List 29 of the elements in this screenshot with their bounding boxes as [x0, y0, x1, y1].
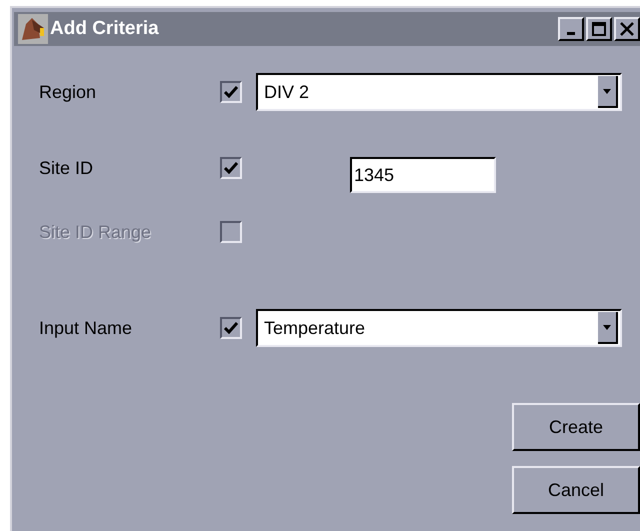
checkmark-icon — [224, 162, 238, 174]
checkbox[interactable] — [220, 81, 242, 103]
maximize-button[interactable] — [586, 17, 612, 41]
checkbox[interactable] — [220, 157, 242, 179]
dropdown-value: Temperature — [263, 316, 366, 340]
checkmark-icon — [224, 86, 238, 98]
field-label: Site ID Range — [39, 221, 152, 244]
site-id-field[interactable]: 1345 — [350, 157, 496, 193]
close-icon — [620, 22, 634, 36]
checkbox[interactable] — [220, 317, 242, 339]
window-title: Add Criteria — [50, 16, 160, 41]
checkmark-icon — [224, 322, 238, 334]
field-label: Input Name — [39, 317, 134, 340]
dialog-button[interactable]: Cancel — [512, 466, 640, 514]
close-button[interactable] — [614, 17, 640, 41]
maximize-icon — [592, 22, 606, 36]
field-label: Region — [39, 81, 98, 104]
dropdown-value: DIV 2 — [263, 80, 310, 104]
dialog-button[interactable]: Create — [512, 403, 640, 451]
minimize-button[interactable] — [558, 17, 584, 41]
dropdown-arrow-button[interactable] — [598, 312, 618, 344]
dropdown[interactable]: Temperature — [256, 309, 622, 347]
dropdown-arrow-button[interactable] — [598, 76, 618, 108]
app-icon — [18, 14, 48, 44]
field-label: Site ID — [39, 157, 94, 180]
dropdown[interactable]: DIV 2 — [256, 73, 622, 111]
minimize-icon — [567, 32, 575, 35]
caret-icon — [603, 88, 611, 94]
caret-icon — [603, 324, 611, 330]
